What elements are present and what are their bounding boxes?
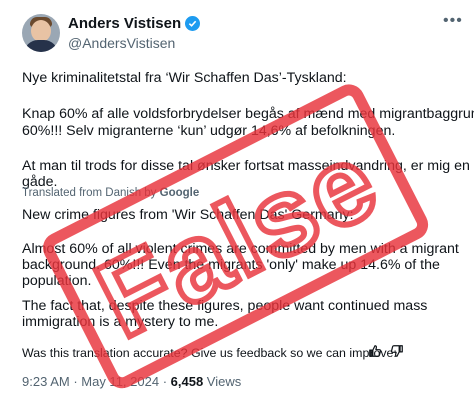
views-count: 6,458 [170, 374, 204, 389]
author-row: Anders Vistisen [68, 15, 201, 32]
google-logo: Google [159, 187, 200, 199]
original-text-line: 60%!!! Selv migranterne ‘kun’ udgør 14,6… [22, 123, 396, 139]
author-name[interactable]: Anders Vistisen [68, 15, 181, 32]
tweet-meta: 9:23 AM · May 11, 2024 · 6,458 Views [22, 374, 241, 389]
verified-badge-icon [185, 16, 201, 31]
false-stamp: False [43, 84, 429, 389]
translated-text-line: immigration is a mystery to me. [22, 314, 219, 330]
tweet-time[interactable]: 9:23 AM [22, 374, 70, 389]
translated-text-line: New crime figures from 'Wir Schaffen Das… [22, 207, 354, 223]
views-label: Views [203, 374, 242, 389]
author-handle[interactable]: @AndersVistisen [68, 35, 175, 51]
thumbs-up-icon[interactable] [368, 343, 382, 359]
avatar[interactable] [22, 14, 60, 52]
original-text-line: Nye kriminalitetstal fra ‘Wir Schaffen D… [22, 70, 347, 86]
meta-separator: · [69, 374, 82, 389]
translation-notice-label: Translated from Danish by [22, 187, 160, 199]
tweet-card: Anders Vistisen @AndersVistisen ••• Nye … [0, 0, 474, 402]
meta-separator: · [159, 374, 171, 389]
more-icon[interactable]: ••• [443, 12, 463, 30]
original-text-line: At man til trods for disse tal ønsker fo… [22, 158, 470, 174]
translation-notice: Translated from Danish by Google [22, 187, 199, 199]
original-text-line: Knap 60% af alle voldsforbrydelser begås… [22, 106, 474, 122]
tweet-date[interactable]: May 11, 2024 [81, 374, 159, 389]
thumbs-down-icon[interactable] [390, 343, 404, 359]
translated-text-line: population. [22, 273, 92, 289]
translation-feedback-question: Was this translation accurate? Give us f… [22, 346, 397, 360]
